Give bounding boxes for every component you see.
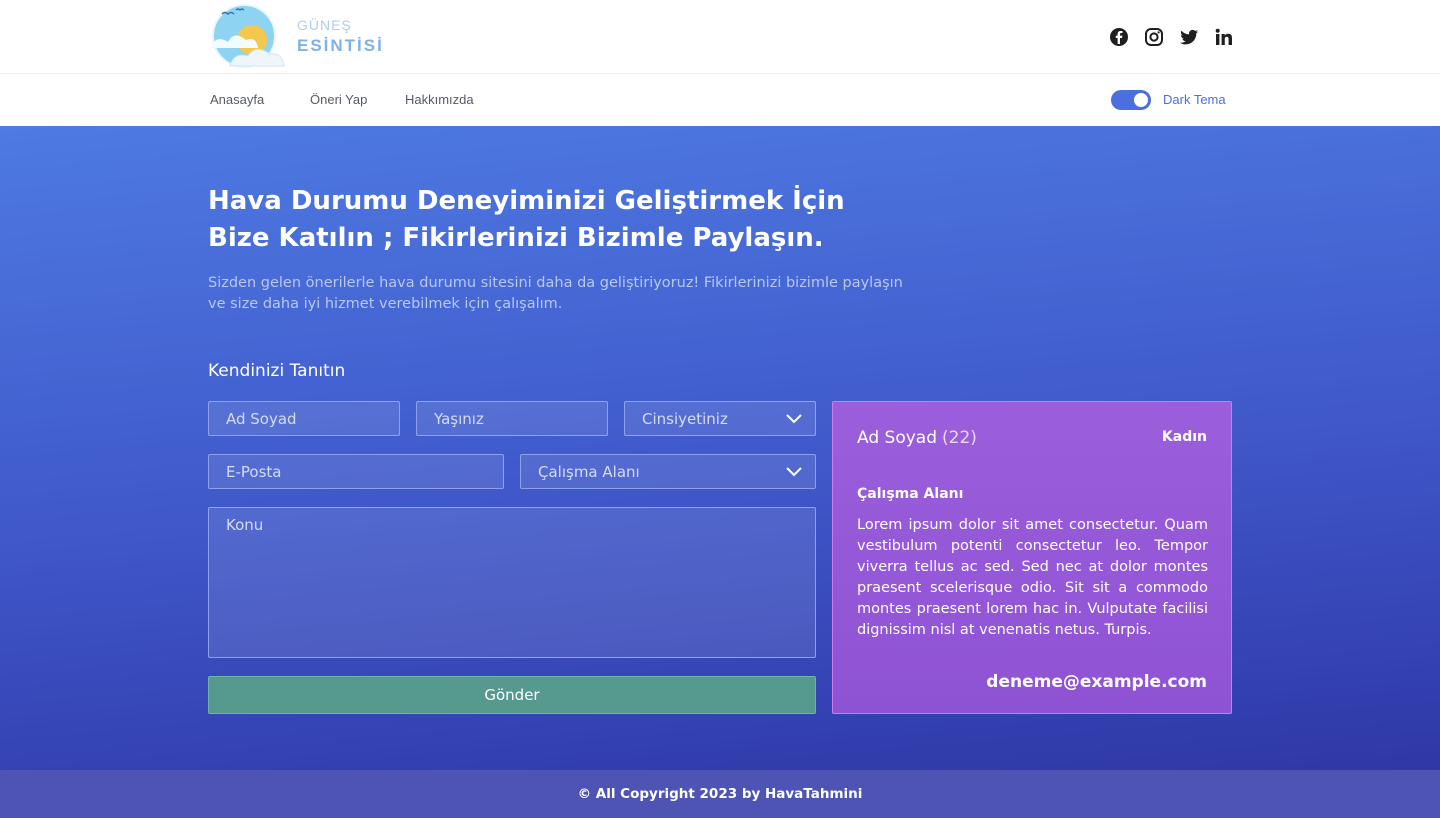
copyright-text: © All Copyright 2023 by HavaTahmini (577, 786, 863, 802)
nav-about-link[interactable]: Hakkımızda (405, 92, 474, 107)
linkedin-icon[interactable] (1214, 27, 1234, 47)
submit-button[interactable]: Gönder (208, 676, 816, 714)
gender-select[interactable]: Cinsiyetiniz (624, 401, 816, 436)
dark-theme-label[interactable]: Dark Tema (1163, 92, 1226, 107)
preview-card: Ad Soyad (22) Kadın Çalışma Alanı Lorem … (832, 401, 1232, 714)
email-input[interactable]: E-Posta (208, 454, 504, 489)
preview-email: deneme@example.com (986, 672, 1207, 692)
preview-age: (22) (942, 428, 977, 448)
top-bar: GÜNEŞ ESİNTİSİ (0, 0, 1440, 74)
preview-description: Lorem ipsum dolor sit amet consectetur. … (857, 517, 1208, 638)
chevron-down-icon (786, 466, 802, 476)
toggle-knob (1134, 93, 1148, 107)
email-placeholder: E-Posta (226, 462, 282, 481)
nav-home-link[interactable]: Anasayfa (210, 92, 264, 107)
facebook-icon[interactable] (1109, 27, 1129, 47)
logo[interactable]: GÜNEŞ ESİNTİSİ (208, 4, 388, 70)
footer: © All Copyright 2023 by HavaTahmini (0, 770, 1440, 818)
subject-placeholder: Konu (226, 516, 264, 534)
form-heading: Kendinizi Tanıtın (208, 361, 346, 381)
name-placeholder: Ad Soyad (226, 409, 297, 428)
work-field-select[interactable]: Çalışma Alanı (520, 454, 816, 489)
subject-textarea[interactable]: Konu (208, 507, 816, 658)
age-input[interactable]: Yaşınız (416, 401, 608, 436)
preview-work-field: Çalışma Alanı (857, 486, 964, 502)
nav-suggest-link[interactable]: Öneri Yap (310, 92, 367, 107)
instagram-icon[interactable] (1144, 27, 1164, 47)
twitter-icon[interactable] (1179, 27, 1199, 47)
dark-theme-toggle[interactable] (1111, 90, 1151, 110)
preview-name: Ad Soyad (857, 428, 937, 448)
gender-placeholder: Cinsiyetiniz (642, 409, 728, 428)
page-subtitle: Sizden gelen önerilerle hava durumu site… (208, 275, 903, 312)
chevron-down-icon (786, 413, 802, 423)
page-title: Hava Durumu Deneyiminizi Geliştirmek İçi… (208, 186, 845, 253)
preview-gender: Kadın (1161, 429, 1207, 445)
name-input[interactable]: Ad Soyad (208, 401, 400, 436)
work-field-placeholder: Çalışma Alanı (538, 462, 640, 481)
age-placeholder: Yaşınız (434, 409, 484, 428)
logo-text-bottom: ESİNTİSİ (297, 36, 384, 55)
logo-text-top: GÜNEŞ (297, 17, 352, 33)
sun-cloud-logo-icon (210, 4, 285, 68)
